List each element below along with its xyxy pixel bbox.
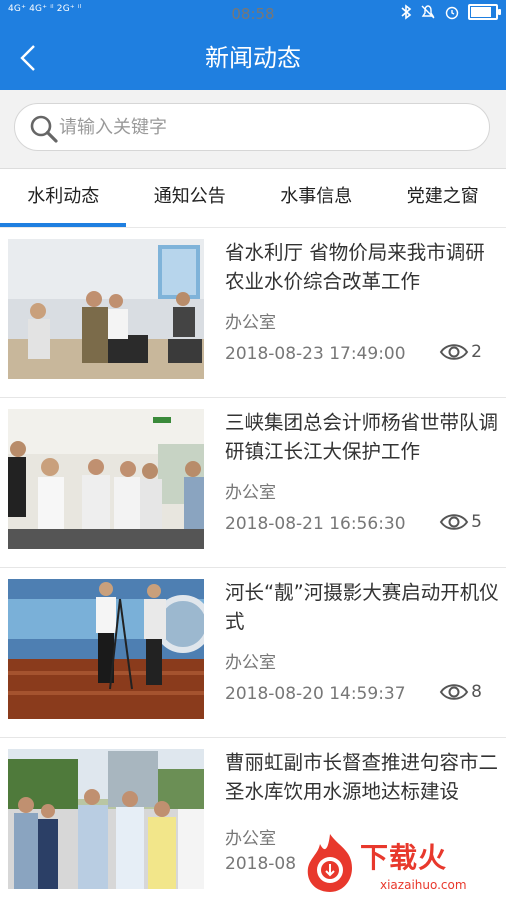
mute-icon bbox=[420, 4, 436, 20]
status-bar: 4G⁺ 4G⁺ ⁱˡ 2G⁺ ⁱˡ 08:58 bbox=[0, 0, 506, 28]
news-item[interactable]: 三峡集团总会计师杨省世带队调研镇江长江大保护工作 办公室 2018-08-21 … bbox=[0, 398, 506, 568]
search-input[interactable]: 请输入关键字 bbox=[14, 103, 490, 151]
search-bar-area: 请输入关键字 bbox=[0, 90, 506, 169]
eye-icon bbox=[439, 512, 469, 532]
news-item[interactable]: 省水利厅 省物价局来我市调研农业水价综合改革工作 办公室 2018-08-23 … bbox=[0, 228, 506, 398]
bluetooth-icon bbox=[400, 4, 412, 20]
news-views: 8 bbox=[439, 682, 482, 702]
tab-tongzhi-gonggao[interactable]: 通知公告 bbox=[127, 169, 254, 227]
search-placeholder: 请输入关键字 bbox=[59, 116, 167, 140]
news-list: 省水利厅 省物价局来我市调研农业水价综合改革工作 办公室 2018-08-23 … bbox=[0, 228, 506, 908]
news-time: 2018-08-21 16:56:30 bbox=[225, 514, 406, 534]
news-time: 2018-08-23 17:49:00 bbox=[225, 344, 406, 364]
tab-shuishi-xinxi[interactable]: 水事信息 bbox=[253, 169, 380, 227]
news-photo-image bbox=[8, 409, 204, 549]
news-thumbnail bbox=[8, 239, 204, 379]
news-thumbnail bbox=[8, 749, 204, 889]
news-thumbnail bbox=[8, 409, 204, 549]
flame-icon bbox=[300, 832, 360, 894]
view-count: 2 bbox=[471, 342, 482, 362]
news-source: 办公室 bbox=[225, 648, 276, 673]
battery-icon bbox=[468, 4, 498, 20]
news-photo-image bbox=[8, 579, 204, 719]
view-count: 5 bbox=[471, 512, 482, 532]
status-icons bbox=[400, 4, 498, 20]
news-title: 曹丽虹副市长督查推进句容市二圣水库饮用水源地达标建设 bbox=[225, 748, 501, 806]
news-time: 2018-08 bbox=[225, 854, 296, 874]
news-views: 2 bbox=[439, 342, 482, 362]
app-header: 4G⁺ 4G⁺ ⁱˡ 2G⁺ ⁱˡ 08:58 新闻动态 bbox=[0, 0, 506, 90]
news-time: 2018-08-20 14:59:37 bbox=[225, 684, 406, 704]
news-thumbnail bbox=[8, 579, 204, 719]
eye-icon bbox=[439, 682, 469, 702]
battery-level bbox=[471, 7, 491, 17]
view-count: 8 bbox=[471, 682, 482, 702]
tab-dangjian-zhichuang[interactable]: 党建之窗 bbox=[380, 169, 506, 227]
search-icon bbox=[29, 114, 59, 144]
alarm-icon bbox=[444, 4, 460, 20]
news-source: 办公室 bbox=[225, 824, 276, 849]
news-item[interactable]: 河长“靓”河摄影大赛启动开机仪式 办公室 2018-08-20 14:59:37… bbox=[0, 568, 506, 738]
news-views: 5 bbox=[439, 512, 482, 532]
news-title: 省水利厅 省物价局来我市调研农业水价综合改革工作 bbox=[225, 238, 501, 296]
news-source: 办公室 bbox=[225, 308, 276, 333]
watermark-brand: 下载火 bbox=[360, 836, 447, 876]
watermark-site: xiazaihuo.com bbox=[380, 878, 467, 892]
tab-shuili-dongtai[interactable]: 水利动态 bbox=[0, 169, 127, 227]
news-photo-image bbox=[8, 749, 204, 889]
page-title: 新闻动态 bbox=[0, 40, 506, 76]
news-photo-image bbox=[8, 239, 204, 379]
eye-icon bbox=[439, 342, 469, 362]
category-tabs: 水利动态 通知公告 水事信息 党建之窗 bbox=[0, 169, 506, 228]
news-title: 三峡集团总会计师杨省世带队调研镇江长江大保护工作 bbox=[225, 408, 501, 466]
news-title: 河长“靓”河摄影大赛启动开机仪式 bbox=[225, 578, 501, 636]
news-source: 办公室 bbox=[225, 478, 276, 503]
watermark-logo: 下载火 xiazaihuo.com bbox=[300, 830, 506, 900]
